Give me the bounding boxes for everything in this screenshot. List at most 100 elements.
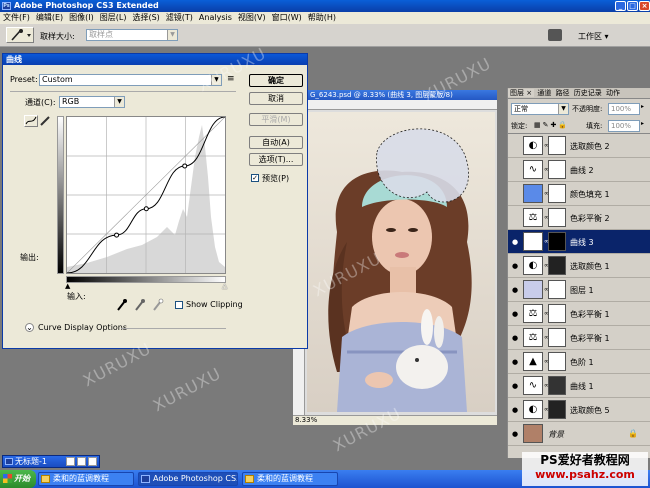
curve-graph[interactable] bbox=[66, 116, 226, 274]
menu-window[interactable]: 窗口(W) bbox=[269, 12, 305, 24]
layer-mask-thumbnail[interactable] bbox=[548, 256, 566, 275]
curve-edit-tool[interactable] bbox=[24, 115, 38, 127]
channel-select[interactable]: RGB ▼ bbox=[59, 96, 125, 108]
layer-row[interactable]: ● ⚖ ∞ 色彩平衡 1 bbox=[508, 302, 650, 326]
blend-mode-select[interactable]: 正常 ▼ bbox=[511, 103, 569, 115]
ok-button[interactable]: 确定 bbox=[249, 74, 303, 87]
maximize-button[interactable]: □ bbox=[627, 1, 638, 11]
restore-button[interactable] bbox=[66, 457, 75, 466]
black-eyedropper-icon[interactable] bbox=[117, 299, 127, 311]
fill-input[interactable]: 100% bbox=[608, 120, 640, 132]
layer-mask-thumbnail[interactable] bbox=[548, 400, 566, 419]
eye-icon[interactable]: ● bbox=[510, 262, 520, 270]
smooth-button[interactable]: 平滑(M) bbox=[249, 113, 303, 126]
visibility-toggle[interactable] bbox=[510, 166, 520, 174]
menu-layer[interactable]: 图层(L) bbox=[97, 12, 130, 24]
minimize-button[interactable]: _ bbox=[615, 1, 626, 11]
minimized-document-window[interactable]: 无标题-1 bbox=[2, 455, 100, 468]
layer-row[interactable]: ● ⚖ ∞ 色彩平衡 1 bbox=[508, 326, 650, 350]
tab-actions[interactable]: 动作 bbox=[605, 89, 621, 97]
layer-mask-thumbnail[interactable] bbox=[548, 208, 566, 227]
layer-mask-thumbnail[interactable] bbox=[548, 328, 566, 347]
opacity-input[interactable]: 100% bbox=[608, 103, 640, 115]
layer-row[interactable]: ● ∞ 图层 1 bbox=[508, 278, 650, 302]
tab-history[interactable]: 历史记录 bbox=[573, 89, 603, 97]
chevron-right-icon[interactable]: ▸ bbox=[641, 120, 644, 127]
sample-size-select[interactable]: 取样点 ▼ bbox=[86, 29, 178, 41]
menu-edit[interactable]: 编辑(E) bbox=[33, 12, 66, 24]
layer-mask-thumbnail[interactable] bbox=[548, 160, 566, 179]
taskbar-item[interactable]: 柔和的蓝调教程 bbox=[38, 472, 134, 486]
tool-preset-picker[interactable] bbox=[6, 27, 34, 43]
white-point-slider[interactable]: △ bbox=[222, 282, 227, 290]
eye-icon[interactable]: ● bbox=[510, 358, 520, 366]
menu-image[interactable]: 图像(I) bbox=[66, 12, 97, 24]
layer-row[interactable]: ● ▲ ∞ 色阶 1 bbox=[508, 350, 650, 374]
layer-row[interactable]: ∞ 颜色填充 1 bbox=[508, 182, 650, 206]
gray-eyedropper-icon[interactable] bbox=[135, 299, 145, 311]
layer-mask-thumbnail[interactable] bbox=[548, 184, 566, 203]
preview-checkbox[interactable]: ✓ bbox=[251, 174, 259, 182]
close-button[interactable]: × bbox=[639, 1, 650, 11]
layer-row[interactable]: ● ◐ ∞ 选取颜色 1 bbox=[508, 254, 650, 278]
layer-mask-thumbnail[interactable] bbox=[548, 136, 566, 155]
menu-view[interactable]: 视图(V) bbox=[235, 12, 269, 24]
visibility-toggle[interactable] bbox=[510, 214, 520, 222]
layer-row[interactable]: ● ◐ ∞ 选取颜色 5 bbox=[508, 398, 650, 422]
tab-layers[interactable]: 图层 × bbox=[508, 89, 535, 97]
layer-row[interactable]: ∿ ∞ 曲线 2 bbox=[508, 158, 650, 182]
auto-button[interactable]: 自动(A) bbox=[249, 136, 303, 149]
visibility-toggle[interactable] bbox=[510, 190, 520, 198]
layer-row[interactable]: ◐ ∞ 选取颜色 2 bbox=[508, 134, 650, 158]
eye-icon[interactable]: ● bbox=[510, 430, 520, 438]
tab-paths[interactable]: 路径 bbox=[555, 89, 571, 97]
curve-control-point[interactable] bbox=[182, 163, 188, 169]
layer-row-active[interactable]: ● ∿ ∞ 曲线 3 bbox=[508, 230, 650, 254]
chevron-right-icon[interactable]: ▸ bbox=[641, 103, 644, 110]
options-button[interactable]: 选项(T)... bbox=[249, 153, 303, 166]
eye-icon[interactable]: ● bbox=[510, 310, 520, 318]
menu-analysis[interactable]: Analysis bbox=[196, 12, 235, 24]
menu-filter[interactable]: 滤镜(T) bbox=[163, 12, 196, 24]
cancel-button[interactable]: 取消 bbox=[249, 92, 303, 105]
zoom-level[interactable]: 8.33% bbox=[295, 416, 317, 425]
layer-row[interactable]: ● ∿ ∞ 曲线 1 bbox=[508, 374, 650, 398]
eye-icon[interactable]: ● bbox=[510, 238, 520, 246]
maximize-button[interactable] bbox=[77, 457, 86, 466]
eye-icon[interactable]: ● bbox=[510, 382, 520, 390]
expand-chevron-icon[interactable]: ⌄ bbox=[25, 323, 34, 332]
layer-row[interactable]: ● 背景 🔒 bbox=[508, 422, 650, 446]
layer-mask-thumbnail[interactable] bbox=[548, 304, 566, 323]
white-eyedropper-icon[interactable] bbox=[153, 298, 164, 311]
taskbar-item[interactable]: 柔和的蓝调教程 bbox=[242, 472, 338, 486]
layer-mask-thumbnail[interactable] bbox=[548, 280, 566, 299]
pencil-tool[interactable] bbox=[39, 115, 51, 127]
menu-help[interactable]: 帮助(H) bbox=[305, 12, 339, 24]
menu-file[interactable]: 文件(F) bbox=[0, 12, 33, 24]
layer-mask-thumbnail[interactable] bbox=[548, 352, 566, 371]
eye-icon[interactable]: ● bbox=[510, 334, 520, 342]
start-button[interactable]: 开始 bbox=[0, 470, 36, 488]
workspace-button[interactable]: 工作区 ▾ bbox=[574, 29, 613, 44]
layer-mask-thumbnail[interactable] bbox=[548, 232, 566, 251]
curve-display-options-label[interactable]: Curve Display Options bbox=[38, 323, 127, 332]
close-button[interactable] bbox=[88, 457, 97, 466]
eye-icon[interactable]: ● bbox=[510, 286, 520, 294]
show-clipping-label: Show Clipping bbox=[186, 300, 243, 309]
visibility-toggle[interactable] bbox=[510, 142, 520, 150]
eye-icon[interactable]: ● bbox=[510, 406, 520, 414]
layer-mask-thumbnail[interactable] bbox=[548, 376, 566, 395]
layer-row[interactable]: ⚖ ∞ 色彩平衡 2 bbox=[508, 206, 650, 230]
black-point-slider[interactable]: ▲ bbox=[65, 282, 70, 290]
lock-icons[interactable]: ▦✎✚🔒 bbox=[534, 121, 569, 129]
curve-control-point[interactable] bbox=[143, 206, 149, 212]
curve-control-point[interactable] bbox=[114, 232, 120, 238]
show-clipping-checkbox[interactable] bbox=[175, 301, 183, 309]
document-title-bar[interactable]: G_6243.psd @ 8.33% (曲线 3, 图层蒙版/8) bbox=[293, 90, 497, 100]
palette-well-icon[interactable] bbox=[548, 29, 562, 41]
preset-select[interactable]: Custom ▼ bbox=[39, 74, 222, 86]
photo-canvas[interactable] bbox=[307, 112, 495, 412]
tab-channels[interactable]: 通道 bbox=[536, 89, 552, 97]
taskbar-item-active[interactable]: Adobe Photoshop CS3 E... bbox=[138, 472, 238, 486]
menu-select[interactable]: 选择(S) bbox=[129, 12, 162, 24]
